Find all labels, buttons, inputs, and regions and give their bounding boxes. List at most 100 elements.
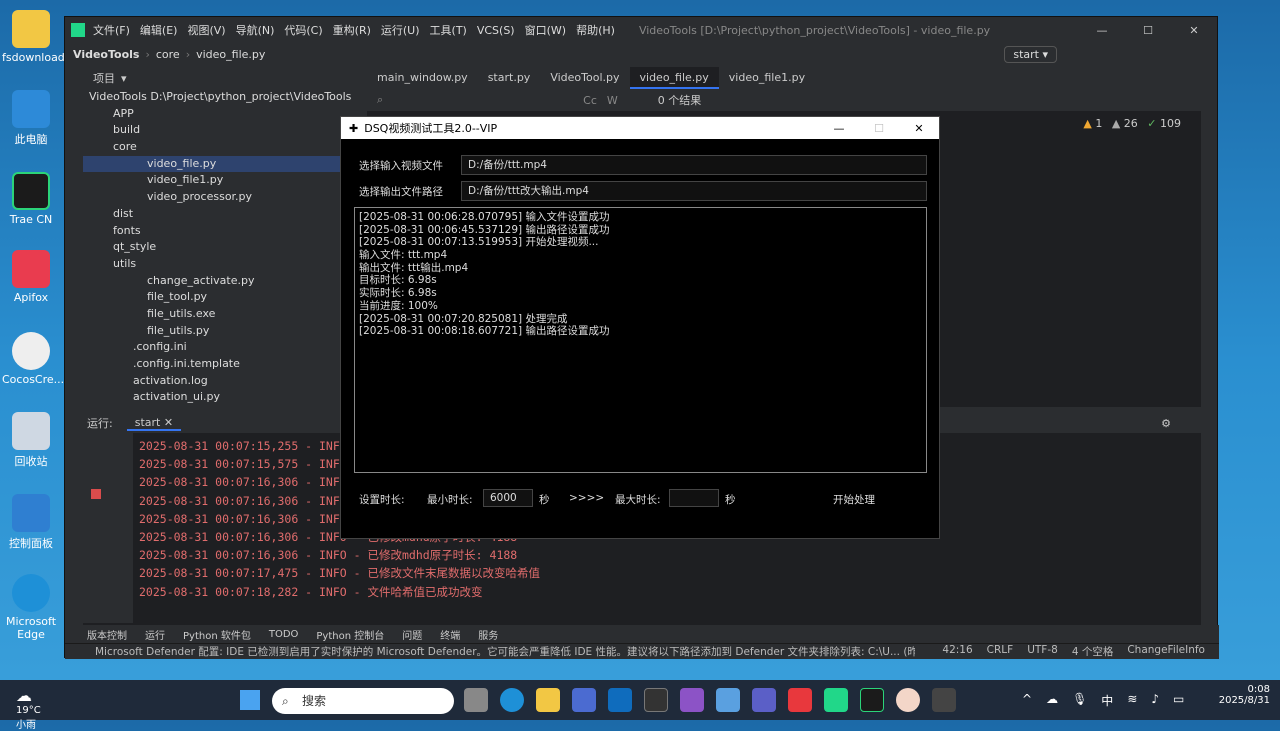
file-explorer-icon[interactable] — [536, 688, 560, 712]
dialog-close-button[interactable]: ✕ — [899, 122, 939, 135]
tree-item[interactable]: activation.log — [83, 373, 367, 390]
outlook-icon[interactable] — [608, 688, 632, 712]
clock[interactable]: 0:08 2025/8/31 — [1219, 684, 1270, 706]
minimize-button[interactable]: — — [1079, 24, 1125, 37]
dialog-maximize-button[interactable]: ☐ — [859, 122, 899, 135]
gear-icon[interactable]: ⚙ — [1161, 417, 1171, 430]
status-line-ending[interactable]: CRLF — [987, 644, 1014, 659]
menu-vcs[interactable]: VCS(S) — [477, 24, 515, 37]
dialog-minimize-button[interactable]: — — [819, 122, 859, 135]
menu-help[interactable]: 帮助(H) — [576, 24, 615, 37]
tab-start[interactable]: start.py — [478, 67, 541, 89]
tree-item[interactable]: video_file.py — [83, 155, 367, 173]
tab-main-window[interactable]: main_window.py — [367, 67, 478, 89]
desktop-icon-edge[interactable]: Microsoft Edge — [2, 574, 60, 641]
terminal-icon[interactable] — [644, 688, 668, 712]
video-tool-taskbar-icon[interactable] — [932, 688, 956, 712]
tree-item[interactable]: video_file1.py — [83, 172, 367, 189]
desktop-icon-recycle-bin[interactable]: 回收站 — [2, 412, 60, 469]
desktop-icon-fsdownload[interactable]: fsdownload — [2, 10, 65, 64]
tool-run[interactable]: 运行 — [145, 627, 165, 642]
teams-icon[interactable] — [752, 688, 776, 712]
output-path-field[interactable]: D:/备份/ttt改大输出.mp4 — [461, 181, 927, 201]
menu-code[interactable]: 代码(C) — [284, 24, 322, 37]
desktop-icon-control-panel[interactable]: 控制面板 — [2, 494, 60, 551]
menu-navigate[interactable]: 导航(N) — [236, 24, 275, 37]
trae-taskbar-icon[interactable] — [860, 688, 884, 712]
inspection-widget[interactable]: ▲ 1 ▲ 26 ✓ 109 — [1083, 117, 1181, 130]
tab-video-file[interactable]: video_file.py — [629, 67, 719, 89]
status-indent[interactable]: 4 个空格 — [1072, 644, 1114, 659]
task-view-icon[interactable] — [464, 688, 488, 712]
tree-item[interactable]: build — [83, 122, 367, 139]
chevron-down-icon[interactable]: ▾ — [121, 72, 127, 85]
run-config-select[interactable]: start ▾ — [1004, 45, 1057, 63]
weather-widget[interactable]: ☁ 19°C 小雨 — [16, 686, 41, 731]
tree-item[interactable]: file_utils.py — [83, 323, 367, 340]
desktop-icon-cocos[interactable]: CocosCre... — [2, 332, 64, 386]
tool-services[interactable]: 服务 — [478, 627, 498, 642]
edge-icon[interactable] — [500, 688, 524, 712]
input-file-field[interactable]: D:/备份/ttt.mp4 — [461, 155, 927, 175]
tool-python-console[interactable]: Python 控制台 — [316, 627, 384, 642]
microphone-icon[interactable]: 🎙 — [1072, 692, 1087, 709]
start-process-button[interactable]: 开始处理 — [833, 492, 875, 507]
wps-icon[interactable] — [788, 688, 812, 712]
tree-item[interactable]: qt_style — [83, 239, 367, 256]
tree-item[interactable]: video_processor.py — [83, 189, 367, 206]
start-button[interactable] — [240, 690, 260, 710]
tool-python-packages[interactable]: Python 软件包 — [183, 627, 251, 642]
breadcrumb-project[interactable]: VideoTools — [73, 48, 139, 61]
menu-edit[interactable]: 编辑(E) — [140, 24, 178, 37]
desktop-icon-trae[interactable]: Trae CN — [2, 172, 60, 226]
tree-item[interactable]: activation_ui.py — [83, 389, 367, 406]
avatar-app-icon[interactable] — [896, 688, 920, 712]
store-icon[interactable] — [572, 688, 596, 712]
menu-tools[interactable]: 工具(T) — [430, 24, 467, 37]
breadcrumb-file[interactable]: video_file.py — [196, 48, 265, 61]
tree-item[interactable]: dist — [83, 206, 367, 223]
status-position[interactable]: 42:16 — [942, 644, 972, 659]
log-output[interactable]: [2025-08-31 00:06:28.070795] 输入文件设置成功 [2… — [354, 207, 927, 473]
status-message[interactable]: Microsoft Defender 配置: IDE 已检测到启用了实时保护的 … — [95, 644, 915, 659]
min-duration-input[interactable]: 6000 — [483, 489, 533, 507]
tree-item[interactable]: APP — [83, 106, 367, 123]
menu-refactor[interactable]: 重构(R) — [333, 24, 371, 37]
tool-terminal[interactable]: 终端 — [440, 627, 460, 642]
volume-icon[interactable]: ♪ — [1151, 692, 1159, 709]
tree-item[interactable]: change_activate.py — [83, 273, 367, 290]
tree-item[interactable]: utils — [83, 256, 367, 273]
tree-item[interactable]: fonts — [83, 223, 367, 240]
desktop-icon-this-pc[interactable]: 此电脑 — [2, 90, 60, 147]
onedrive-icon[interactable]: ☁ — [1046, 692, 1058, 709]
tab-video-file1[interactable]: video_file1.py — [719, 67, 815, 89]
battery-icon[interactable]: ▭ — [1173, 692, 1184, 709]
tab-videotool[interactable]: VideoTool.py — [540, 67, 629, 89]
tree-item[interactable]: .config.ini — [83, 339, 367, 356]
pycharm-taskbar-icon[interactable] — [824, 688, 848, 712]
menu-view[interactable]: 视图(V) — [187, 24, 225, 37]
taskbar-search[interactable]: ⌕ 搜索 — [272, 688, 454, 714]
status-interpreter[interactable]: ChangeFileInfo — [1127, 644, 1205, 659]
tool-vcs[interactable]: 版本控制 — [87, 627, 127, 642]
ime-indicator[interactable]: 中 — [1101, 692, 1113, 709]
project-view-label[interactable]: 项目 — [93, 70, 115, 86]
wifi-icon[interactable]: ≋ — [1127, 692, 1137, 709]
breadcrumb-core[interactable]: core — [156, 48, 180, 61]
status-encoding[interactable]: UTF-8 — [1027, 644, 1058, 659]
menu-window[interactable]: 窗口(W) — [525, 24, 566, 37]
match-case-toggle[interactable]: Cc — [583, 94, 597, 107]
snipping-tool-icon[interactable] — [716, 688, 740, 712]
visual-studio-icon[interactable] — [680, 688, 704, 712]
desktop-icon-apifox[interactable]: Apifox — [2, 250, 60, 304]
tree-item[interactable]: file_tool.py — [83, 289, 367, 306]
menu-file[interactable]: 文件(F) — [93, 24, 130, 37]
whole-word-toggle[interactable]: W — [607, 94, 618, 107]
stop-icon[interactable] — [91, 489, 101, 499]
close-button[interactable]: ✕ — [1171, 24, 1217, 37]
chevron-up-icon[interactable]: ^ — [1022, 692, 1032, 709]
run-tab-start[interactable]: start ✕ — [126, 416, 182, 431]
tree-item[interactable]: core — [83, 139, 367, 156]
tree-item[interactable]: file_utils.exe — [83, 306, 367, 323]
tool-problems[interactable]: 问题 — [402, 627, 422, 642]
